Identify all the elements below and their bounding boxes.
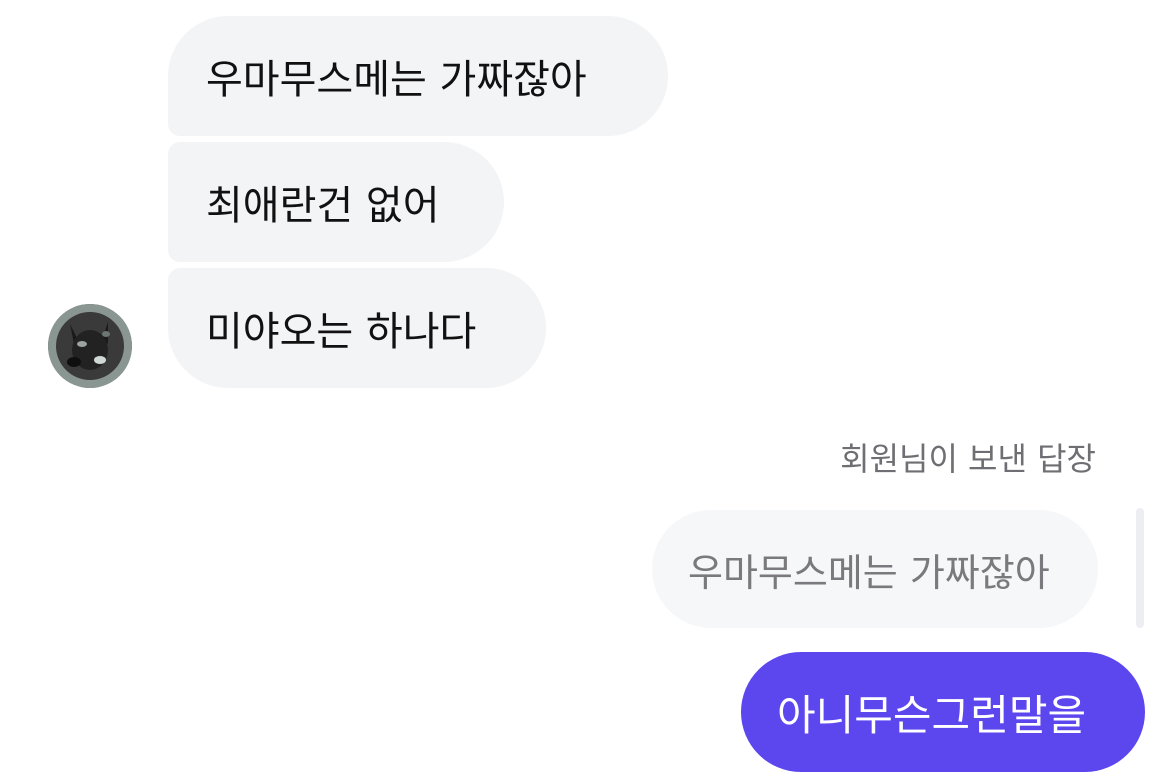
- message-text: 미야오는 하나다: [206, 309, 477, 355]
- message-text: 우마무스메는 가짜잖아: [206, 57, 587, 103]
- avatar-image: [48, 304, 132, 388]
- reply-quote-bubble[interactable]: 우마무스메는 가짜잖아: [652, 510, 1098, 628]
- reply-quote-text: 우마무스메는 가짜잖아: [688, 550, 1050, 595]
- message-text: 최애란건 없어: [206, 183, 440, 229]
- incoming-message-bubble[interactable]: 우마무스메는 가짜잖아: [168, 16, 668, 136]
- incoming-message-bubble[interactable]: 최애란건 없어: [168, 142, 504, 262]
- avatar[interactable]: [48, 304, 132, 388]
- incoming-message-bubble[interactable]: 미야오는 하나다: [168, 268, 546, 388]
- reply-label: 회원님이 보낸 답장: [840, 440, 1096, 478]
- reply-quote-bar: [1136, 508, 1144, 628]
- message-text: 아니무슨그런말을: [777, 690, 1087, 740]
- outgoing-message-bubble[interactable]: 아니무슨그런말을: [741, 652, 1145, 772]
